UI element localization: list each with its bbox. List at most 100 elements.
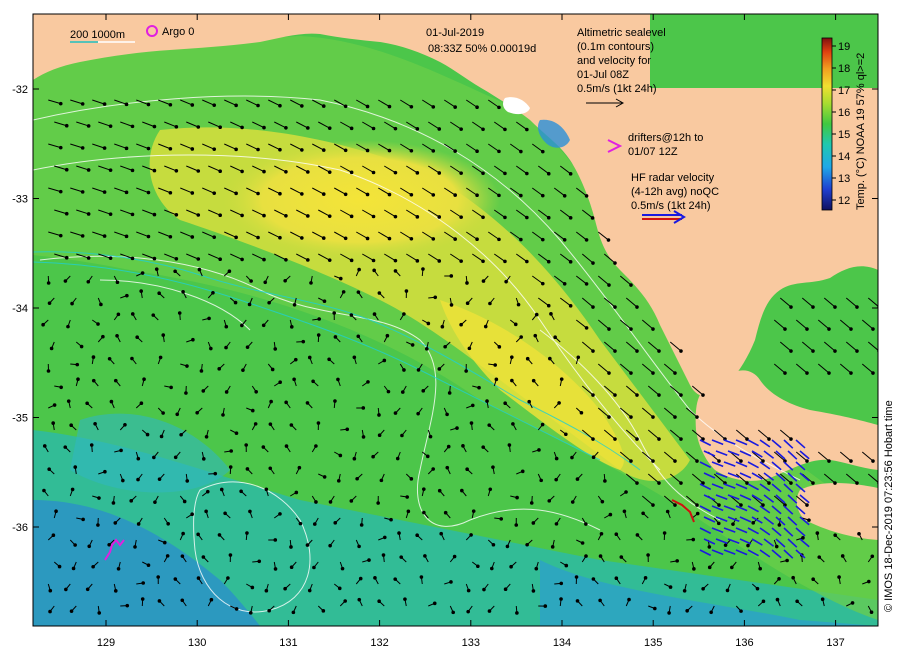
velocity-arrow-head [643,576,648,580]
velocity-arrow-head [811,305,815,309]
velocity-arrow-head [547,499,552,503]
velocity-arrow-head [409,148,414,153]
x-tick-label: 135 [644,637,662,649]
hf-line-1: HF radar velocity [631,172,715,184]
velocity-arrow-head [707,565,712,570]
velocity-arrow-head [42,488,46,493]
velocity-arrow-head [584,282,589,286]
velocity-arrow-head [682,589,687,593]
velocity-arrow-head [278,380,282,385]
velocity-arrow-head [130,312,135,316]
velocity-arrow-head [217,367,222,371]
velocity-arrow-head [614,532,619,537]
velocity-arrow-head [168,234,173,239]
velocity-arrow-head [673,503,677,507]
velocity-arrow-head [739,503,743,507]
velocity-arrow-head [343,236,348,241]
velocity-arrow-head [546,303,551,308]
velocity-arrow-head [550,545,555,549]
velocity-arrow-head [107,356,112,361]
velocity-arrow-head [584,326,589,330]
velocity-arrow-head [373,576,377,580]
velocity-arrow-head [93,421,97,426]
velocity-arrow-head [833,533,837,537]
velocity-arrow-head [675,559,679,563]
velocity-arrow-head [146,190,151,195]
velocity-arrow-head [515,495,519,500]
velocity-arrow-head [657,437,661,441]
velocity-arrow-head [453,105,457,109]
velocity-arrow-head [629,459,633,463]
y-tick-label: -36 [12,522,28,534]
velocity-arrow-head [503,259,507,264]
velocity-arrow-head [739,609,743,613]
x-tick-label: 131 [279,637,297,649]
velocity-arrow-head [449,580,453,584]
velocity-arrow-head [64,123,69,128]
velocity-arrow-head [371,454,375,459]
velocity-arrow-head [190,235,195,239]
velocity-arrow-head [157,477,162,481]
velocity-arrow-head [135,335,139,339]
velocity-arrow-head [365,104,370,109]
velocity-arrow-head [217,533,222,537]
velocity-arrow-head [635,305,639,309]
velocity-arrow-head [99,302,103,307]
velocity-arrow-head [546,171,551,176]
velocity-arrow-head [679,349,683,353]
velocity-arrow-head [284,400,288,405]
velocity-arrow-head [817,555,822,559]
velocity-arrow-head [125,293,129,298]
x-tick-label: 136 [735,637,753,649]
velocity-arrow-head [701,393,705,397]
velocity-arrow-head [525,215,529,220]
velocity-arrow-head [795,599,799,604]
velocity-arrow-head [575,599,580,603]
velocity-arrow-head [248,509,252,514]
velocity-arrow-head [807,518,811,522]
velocity-arrow-head [598,554,603,558]
velocity-arrow-head [356,290,361,294]
velocity-arrow-head [79,344,84,349]
velocity-arrow-head [591,305,595,309]
velocity-arrow-head [575,477,580,481]
velocity-arrow-head [627,597,631,602]
velocity-arrow-head [459,127,463,131]
velocity-arrow-head [113,589,118,593]
velocity-arrow-head [314,444,318,448]
velocity-arrow-head [113,378,118,383]
velocity-arrow-head [415,127,420,131]
velocity-arrow-head [504,279,508,284]
velocity-arrow-head [58,233,63,238]
velocity-arrow-head [549,312,553,316]
velocity-arrow-head [415,215,420,219]
velocity-arrow-head [199,369,204,373]
velocity-arrow-head [142,377,146,382]
velocity-arrow-head [751,521,755,525]
velocity-arrow-head [59,385,63,390]
velocity-arrow-head [115,280,120,285]
velocity-arrow-head [485,399,489,403]
velocity-arrow-head [591,577,596,581]
colorbar-tick-label: 15 [838,129,850,141]
velocity-arrow-head [519,149,523,154]
velocity-arrow-head [130,168,135,173]
velocity-arrow-head [201,555,206,559]
velocity-arrow-head [174,125,179,129]
velocity-arrow-head [371,214,376,219]
velocity-arrow-head [292,302,297,307]
velocity-arrow-head [234,235,238,240]
velocity-arrow-head [182,499,187,504]
velocity-arrow-head [580,541,585,545]
velocity-arrow-head [400,433,404,438]
velocity-arrow-head [827,327,831,331]
velocity-arrow-head [328,543,332,548]
velocity-arrow-head [574,575,579,579]
colorbar-tick-label: 13 [838,173,850,185]
velocity-arrow-head [707,545,712,549]
velocity-arrow-head [234,147,238,152]
velocity-arrow-head [584,522,588,526]
velocity-arrow-head [273,538,278,542]
velocity-arrow-head [207,316,211,321]
velocity-arrow-head [96,322,100,326]
